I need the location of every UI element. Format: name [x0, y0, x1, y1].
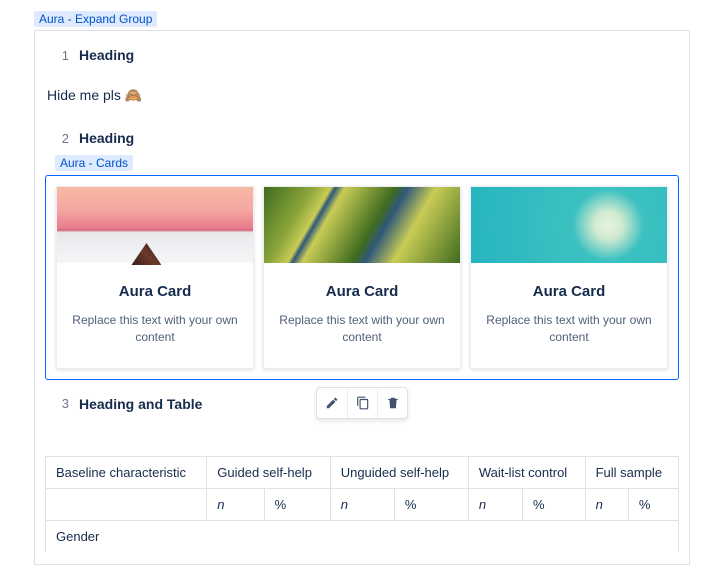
- table-cell[interactable]: Gender: [46, 520, 679, 552]
- expand-group-panel: 1 Heading Hide me pls 🙈 2 Heading Aura -…: [34, 30, 690, 565]
- card-title: Aura Card: [483, 283, 655, 300]
- aura-card[interactable]: Aura Card Replace this text with your ow…: [263, 186, 461, 369]
- table-cell[interactable]: n: [468, 488, 522, 520]
- heading-2[interactable]: 2 Heading: [45, 126, 679, 150]
- pencil-icon: [325, 396, 339, 410]
- table-cell[interactable]: n: [585, 488, 628, 520]
- block-toolbar: [316, 387, 408, 419]
- heading-number: 2: [53, 131, 69, 146]
- heading-label: Heading: [79, 47, 134, 63]
- aura-card[interactable]: Aura Card Replace this text with your ow…: [56, 186, 254, 369]
- card-text: Replace this text with your own content: [69, 312, 241, 346]
- table-row: Gender: [46, 520, 679, 552]
- breadcrumb-expand-group[interactable]: Aura - Expand Group: [34, 11, 157, 27]
- table-cell[interactable]: Guided self-help: [207, 456, 330, 488]
- aura-card[interactable]: Aura Card Replace this text with your ow…: [470, 186, 668, 369]
- card-image: [57, 187, 253, 263]
- trash-icon: [386, 396, 400, 410]
- card-image: [471, 187, 667, 263]
- table-cell[interactable]: n: [330, 488, 394, 520]
- cards-container[interactable]: Aura Card Replace this text with your ow…: [45, 175, 679, 380]
- table-cell[interactable]: n: [207, 488, 264, 520]
- heading-label: Heading: [79, 130, 134, 146]
- table-cell[interactable]: [46, 488, 207, 520]
- breadcrumb-cards[interactable]: Aura - Cards: [55, 155, 133, 171]
- table-cell[interactable]: %: [628, 488, 678, 520]
- card-image: [264, 187, 460, 263]
- heading-label: Heading and Table: [79, 396, 202, 412]
- hide-me-text: Hide me pls 🙈: [47, 87, 677, 104]
- table-cell[interactable]: Unguided self-help: [330, 456, 468, 488]
- copy-button[interactable]: [347, 388, 377, 418]
- heading-1[interactable]: 1 Heading: [45, 43, 679, 67]
- card-text: Replace this text with your own content: [276, 312, 448, 346]
- data-table: Baseline characteristic Guided self-help…: [45, 456, 679, 552]
- table-cell[interactable]: %: [394, 488, 468, 520]
- card-title: Aura Card: [69, 283, 241, 300]
- table-cell[interactable]: Baseline characteristic: [46, 456, 207, 488]
- table-cell[interactable]: Full sample: [585, 456, 678, 488]
- table-cell[interactable]: %: [264, 488, 330, 520]
- delete-button[interactable]: [377, 388, 407, 418]
- table-cell[interactable]: Wait-list control: [468, 456, 585, 488]
- heading-number: 3: [53, 396, 69, 411]
- table-cell[interactable]: %: [523, 488, 586, 520]
- heading-number: 1: [53, 48, 69, 63]
- copy-icon: [356, 396, 370, 410]
- edit-button[interactable]: [317, 388, 347, 418]
- table-row: n % n % n % n %: [46, 488, 679, 520]
- card-text: Replace this text with your own content: [483, 312, 655, 346]
- table-row: Baseline characteristic Guided self-help…: [46, 456, 679, 488]
- card-title: Aura Card: [276, 283, 448, 300]
